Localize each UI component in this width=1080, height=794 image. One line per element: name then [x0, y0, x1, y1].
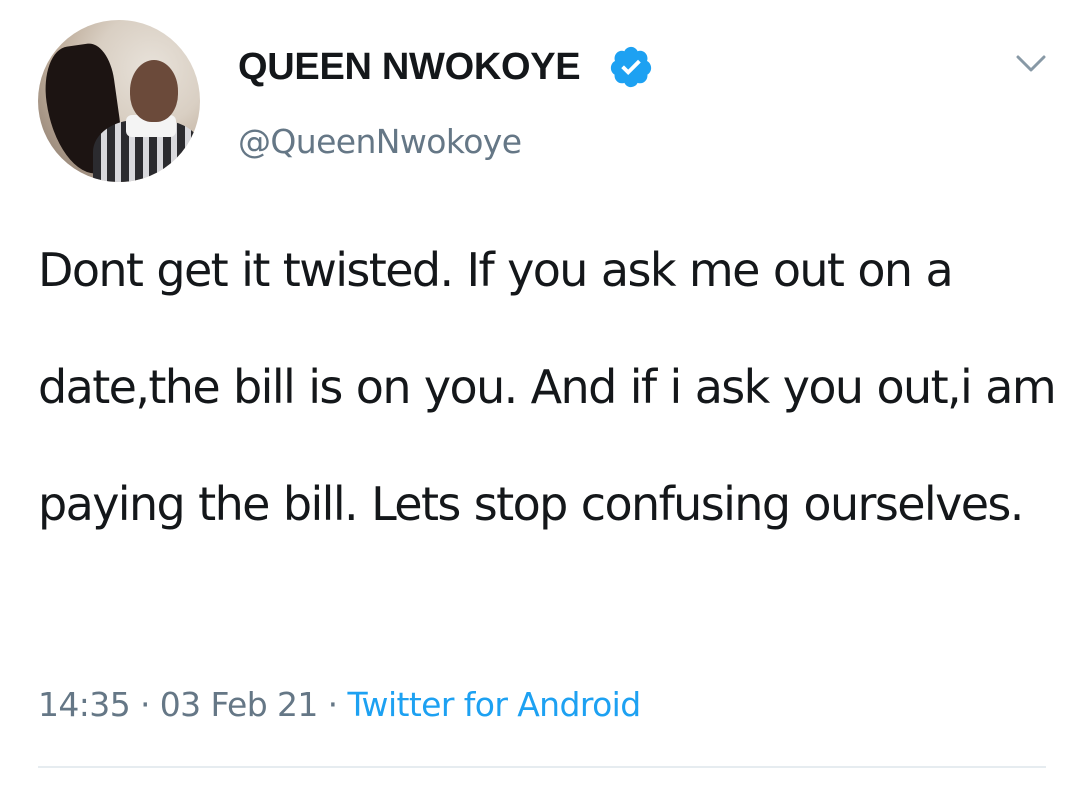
tweet-source-link[interactable]: Twitter for Android — [347, 685, 641, 724]
divider — [38, 766, 1046, 768]
tweet-time[interactable]: 14:35 — [38, 685, 131, 724]
verified-badge-icon — [610, 46, 652, 88]
display-name[interactable]: QUEEN NWOKOYE — [238, 44, 581, 90]
meta-separator: · — [140, 685, 150, 724]
avatar[interactable] — [38, 20, 200, 182]
tweet-text: Dont get it twisted. If you ask me out o… — [38, 243, 1057, 531]
user-handle[interactable]: @QueenNwokoye — [238, 120, 522, 164]
tweet-date[interactable]: 03 Feb 21 — [160, 685, 319, 724]
meta-separator: · — [327, 685, 338, 724]
tweet-card: QUEEN NWOKOYE @QueenNwokoye Dont get it … — [0, 0, 1080, 794]
avatar-face — [130, 60, 178, 122]
tweet-metadata: 14:35 · 03 Feb 21 · Twitter for Android — [38, 682, 641, 728]
chevron-down-icon[interactable] — [1014, 52, 1048, 76]
